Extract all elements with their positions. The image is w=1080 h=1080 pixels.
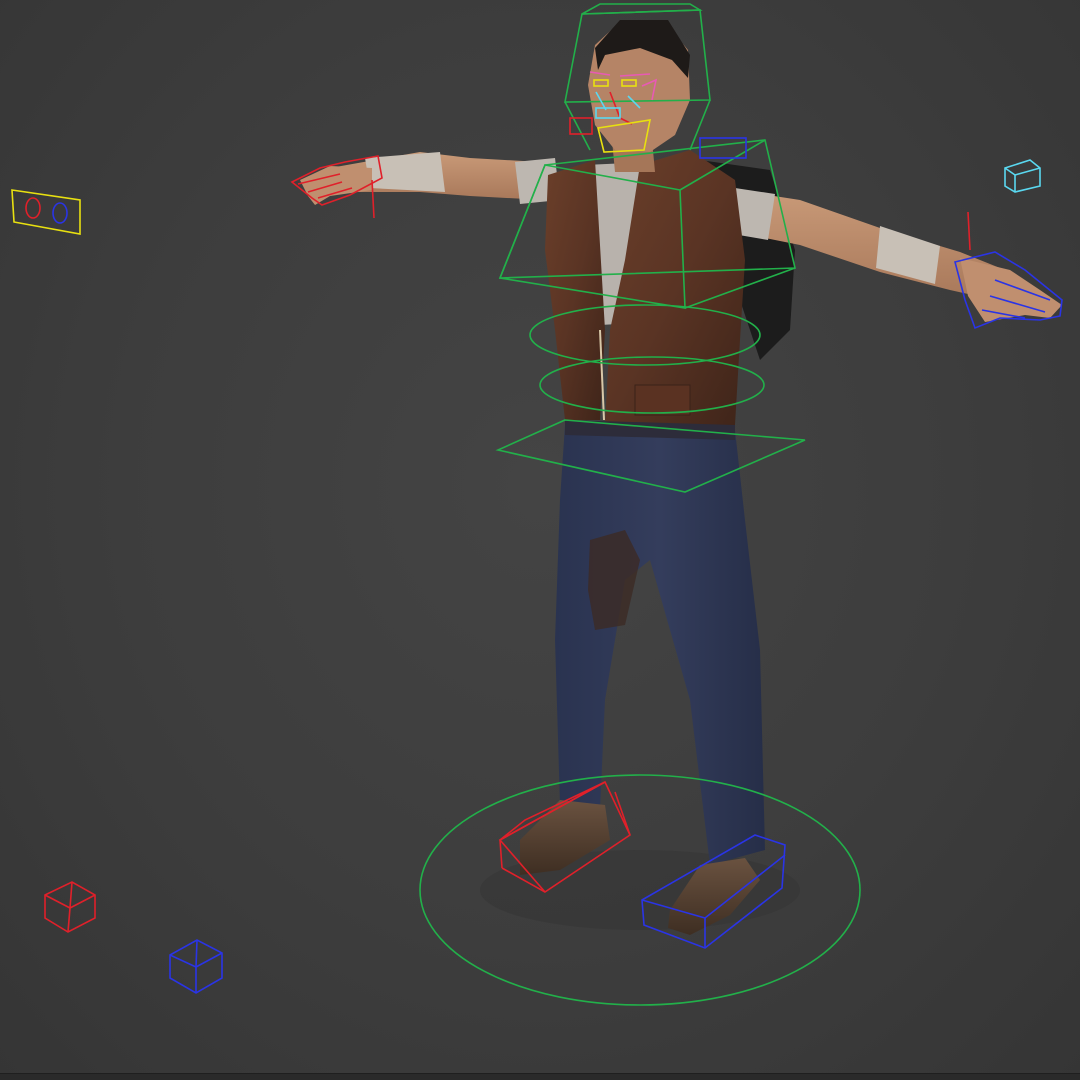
red-box-helper-icon[interactable]: [44, 881, 96, 933]
character-mesh[interactable]: [300, 20, 1062, 935]
viewport-bottom-edge: [0, 1073, 1080, 1080]
3d-viewport[interactable]: [0, 0, 1080, 1080]
jeans: [555, 425, 765, 865]
blue-box-helper-icon[interactable]: [169, 939, 223, 994]
right-hand: [960, 258, 1062, 322]
right-forearm-wrap: [876, 226, 940, 284]
viewport-canvas[interactable]: [0, 0, 1080, 1080]
knee-patch: [588, 530, 640, 630]
cyan-box-helper-icon[interactable]: [1004, 159, 1041, 193]
left-forearm-wrap: [365, 152, 445, 192]
vest-pocket: [634, 384, 691, 416]
eyes-target-control-icon[interactable]: [11, 189, 81, 235]
